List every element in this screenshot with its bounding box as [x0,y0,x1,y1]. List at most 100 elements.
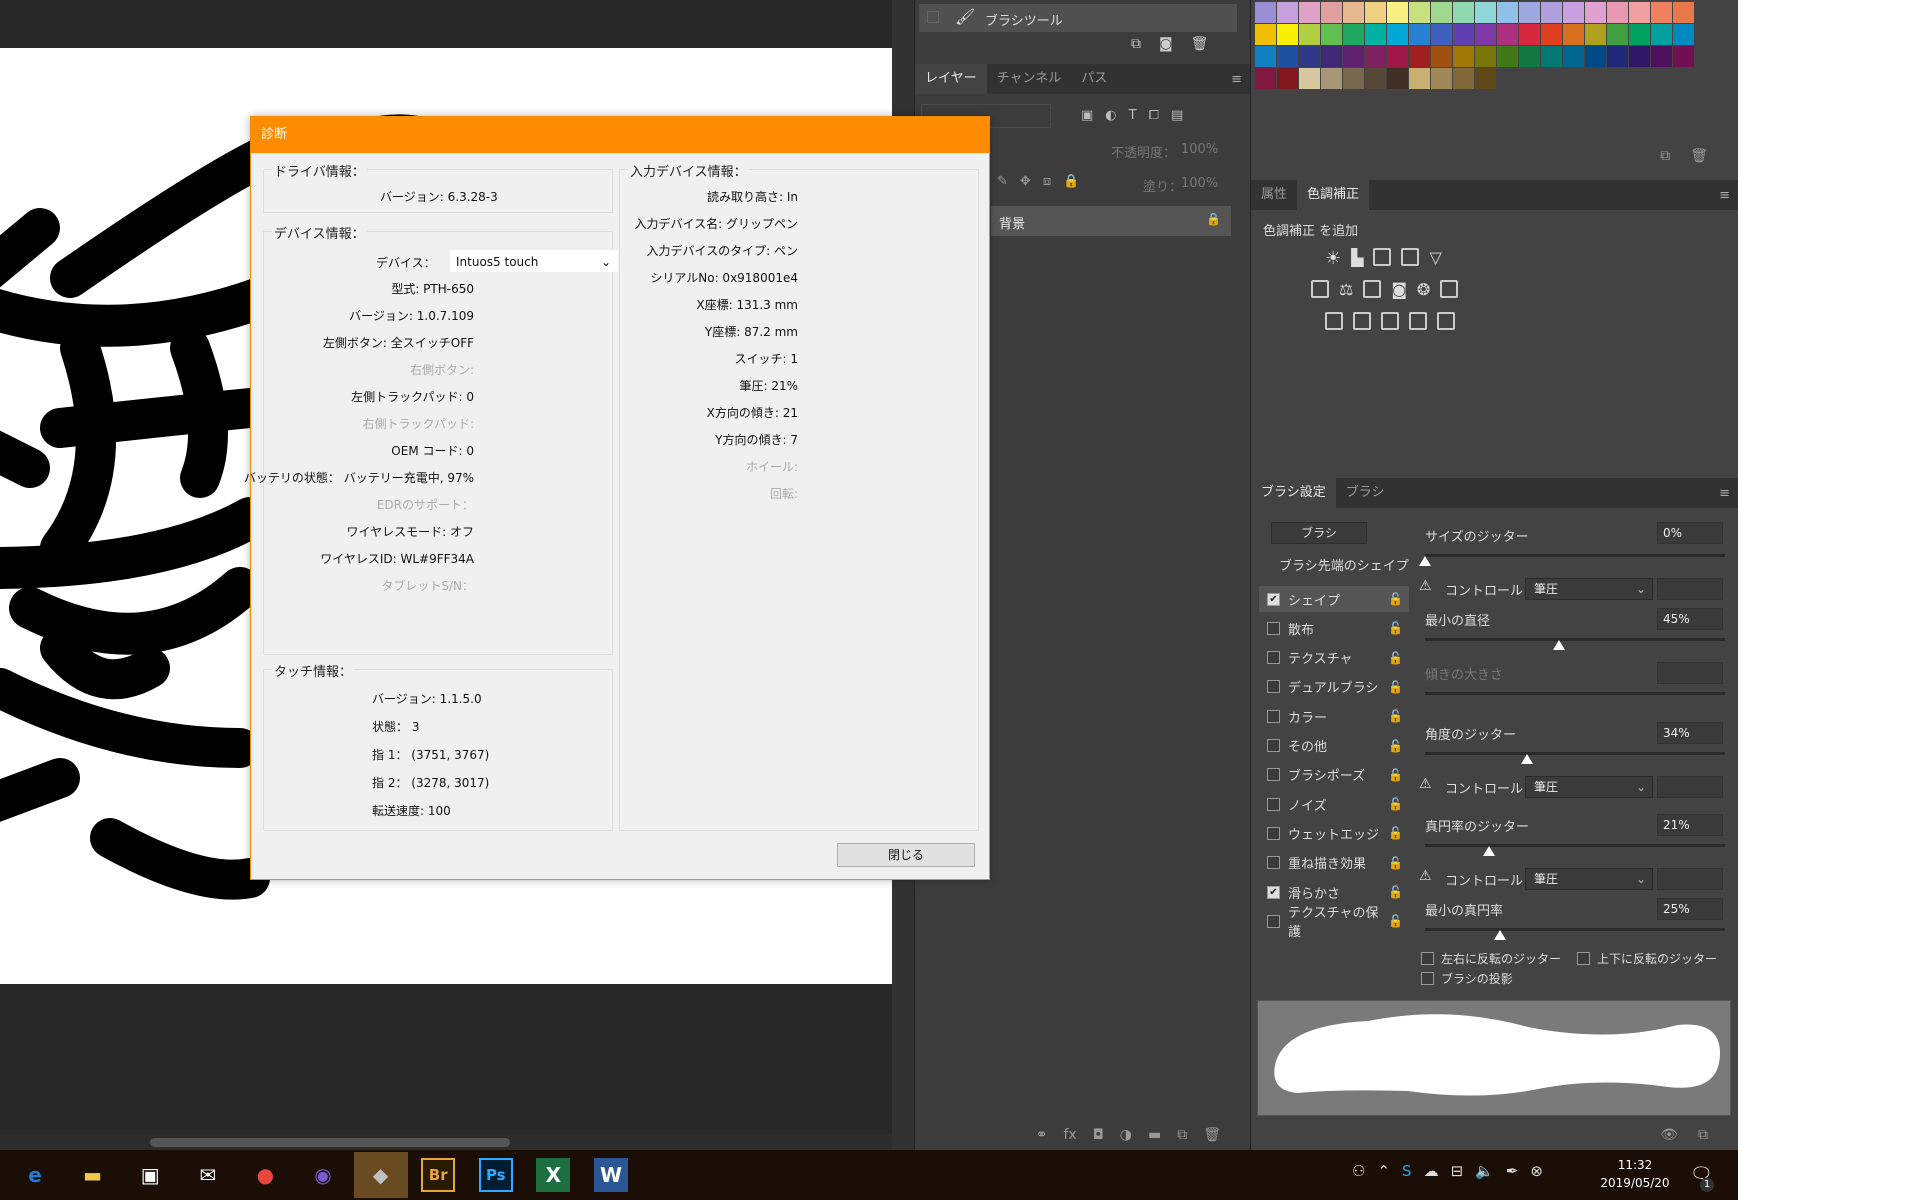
curves-icon[interactable] [1373,248,1392,266]
roundness-jitter-slider[interactable] [1425,844,1725,847]
brush-option-item[interactable]: ウェットエッジ 🔓 [1259,820,1409,846]
color-swatch[interactable] [1299,46,1320,67]
color-swatch[interactable] [1255,24,1276,45]
min-diameter-value[interactable]: 45% [1657,608,1723,630]
color-swatch[interactable] [1585,2,1606,23]
roundness-jitter-value[interactable]: 21% [1657,814,1723,836]
network-icon[interactable]: ⊟ [1451,1162,1464,1180]
device-select[interactable]: Intuos5 touch ⌄ [450,250,618,272]
tilt-scale-slider[interactable] [1425,692,1725,695]
color-swatch[interactable] [1409,2,1430,23]
lock-artboard-icon[interactable]: ⧈ [1043,174,1051,189]
image-filter-icon[interactable]: ▣ [1081,108,1093,123]
brush-projection-checkbox[interactable] [1421,972,1434,985]
color-swatch[interactable] [1629,46,1650,67]
new-brush-icon[interactable]: ⧉ [1698,1127,1708,1143]
color-swatch[interactable] [1453,68,1474,89]
lock-icon[interactable]: 🔓 [1388,709,1403,723]
fx-icon[interactable]: fx [1063,1127,1076,1143]
color-swatch[interactable] [1365,46,1386,67]
new-swatch-icon[interactable]: ⧉ [1660,148,1670,178]
min-roundness-value[interactable]: 25% [1657,898,1723,920]
color-swatch[interactable] [1497,46,1518,67]
color-swatch[interactable] [1277,68,1298,89]
brush-option-item[interactable]: テクスチャの保護 🔓 [1259,906,1409,940]
opacity-value[interactable]: 100% [1181,142,1218,157]
color-swatch[interactable] [1541,2,1562,23]
size-control-select[interactable]: 筆圧 ⌄ [1525,578,1653,600]
color-swatch[interactable] [1673,2,1694,23]
color-swatch[interactable] [1343,24,1364,45]
brush-option-item[interactable]: ノイズ 🔓 [1259,791,1409,817]
color-swatch[interactable] [1497,2,1518,23]
brush-option-item[interactable]: その他 🔓 [1259,733,1409,759]
posterize-icon[interactable] [1353,312,1371,330]
edge-icon[interactable]: e [18,1158,52,1192]
lock-icon[interactable]: 🔓 [1388,592,1403,606]
lock-icon[interactable]: 🔓 [1388,885,1403,899]
size-jitter-slider[interactable] [1425,554,1725,557]
vibrance-icon[interactable]: ▽ [1429,248,1441,269]
invert-icon[interactable] [1325,312,1343,330]
close-button[interactable]: 閉じる [837,843,975,867]
brush-option-checkbox[interactable] [1267,651,1280,665]
store-icon[interactable]: ▣ [133,1158,167,1192]
panel-menu-icon[interactable]: ≡ [1719,188,1730,203]
levels-icon[interactable]: ▙ [1351,248,1363,269]
color-swatch[interactable] [1629,24,1650,45]
color-balance-icon[interactable]: ⚖ [1339,280,1353,299]
lock-icon[interactable]: 🔓 [1388,826,1403,840]
lock-pixels-icon[interactable]: ✎ [997,174,1008,189]
brush-option-checkbox[interactable]: ✔ [1267,885,1280,899]
tab-layers[interactable]: レイヤー [915,64,987,94]
color-swatch[interactable] [1453,24,1474,45]
color-swatch[interactable] [1519,24,1540,45]
tab-brushes[interactable]: ブラシ [1336,478,1395,508]
angle-jitter-value[interactable]: 34% [1657,722,1723,744]
mail-icon[interactable]: ✉ [191,1158,225,1192]
color-swatch[interactable] [1343,2,1364,23]
color-swatch[interactable] [1409,46,1430,67]
color-swatch[interactable] [1453,46,1474,67]
color-swatch[interactable] [1321,68,1342,89]
color-swatch[interactable] [1321,2,1342,23]
new-layer-icon[interactable]: ⧉ [1177,1127,1187,1143]
hue-saturation-icon[interactable] [1311,280,1329,298]
black-white-icon[interactable] [1363,280,1382,298]
folder-icon[interactable]: ▬ [1148,1127,1161,1143]
color-swatch[interactable] [1343,46,1364,67]
word-icon[interactable]: W [594,1158,628,1192]
brightness-icon[interactable]: ☀ [1325,248,1341,269]
tab-paths[interactable]: パス [1071,64,1117,94]
color-swatch[interactable] [1651,46,1672,67]
photoshop-icon[interactable]: Ps [478,1158,513,1192]
pen-icon[interactable]: ✒ [1506,1162,1519,1180]
color-swatch[interactable] [1563,2,1584,23]
min-diameter-slider[interactable] [1425,638,1725,641]
color-swatch[interactable] [1343,68,1364,89]
color-swatch[interactable] [1563,24,1584,45]
brush-option-checkbox[interactable] [1267,621,1280,635]
history-snapshot-box[interactable] [927,11,939,23]
skype-icon[interactable]: S [1402,1162,1412,1180]
color-swatch[interactable] [1475,2,1496,23]
bridge-icon[interactable]: Br [421,1158,456,1192]
color-swatch[interactable] [1651,2,1672,23]
panel-menu-icon[interactable]: ≡ [1719,486,1730,501]
color-swatch[interactable] [1255,46,1276,67]
file-explorer-icon[interactable]: ▬ [76,1158,110,1192]
tab-brush-settings[interactable]: ブラシ設定 [1251,478,1336,508]
color-swatch[interactable] [1387,2,1408,23]
color-swatch[interactable] [1629,2,1650,23]
angle-jitter-knob[interactable] [1521,754,1533,764]
lock-icon[interactable]: 🔓 [1388,768,1403,782]
eye-icon[interactable]: 👁 [1660,1127,1678,1143]
shape-filter-icon[interactable]: ⧠ [1149,108,1159,123]
color-swatch[interactable] [1453,2,1474,23]
clock[interactable]: 11:32 2019/05/20 [1600,1156,1670,1192]
brush-option-item[interactable]: ✔ シェイプ 🔓 [1259,586,1409,612]
color-swatch[interactable] [1387,68,1408,89]
color-swatch[interactable] [1409,24,1430,45]
color-swatch[interactable] [1387,46,1408,67]
fill-value[interactable]: 100% [1181,176,1218,191]
